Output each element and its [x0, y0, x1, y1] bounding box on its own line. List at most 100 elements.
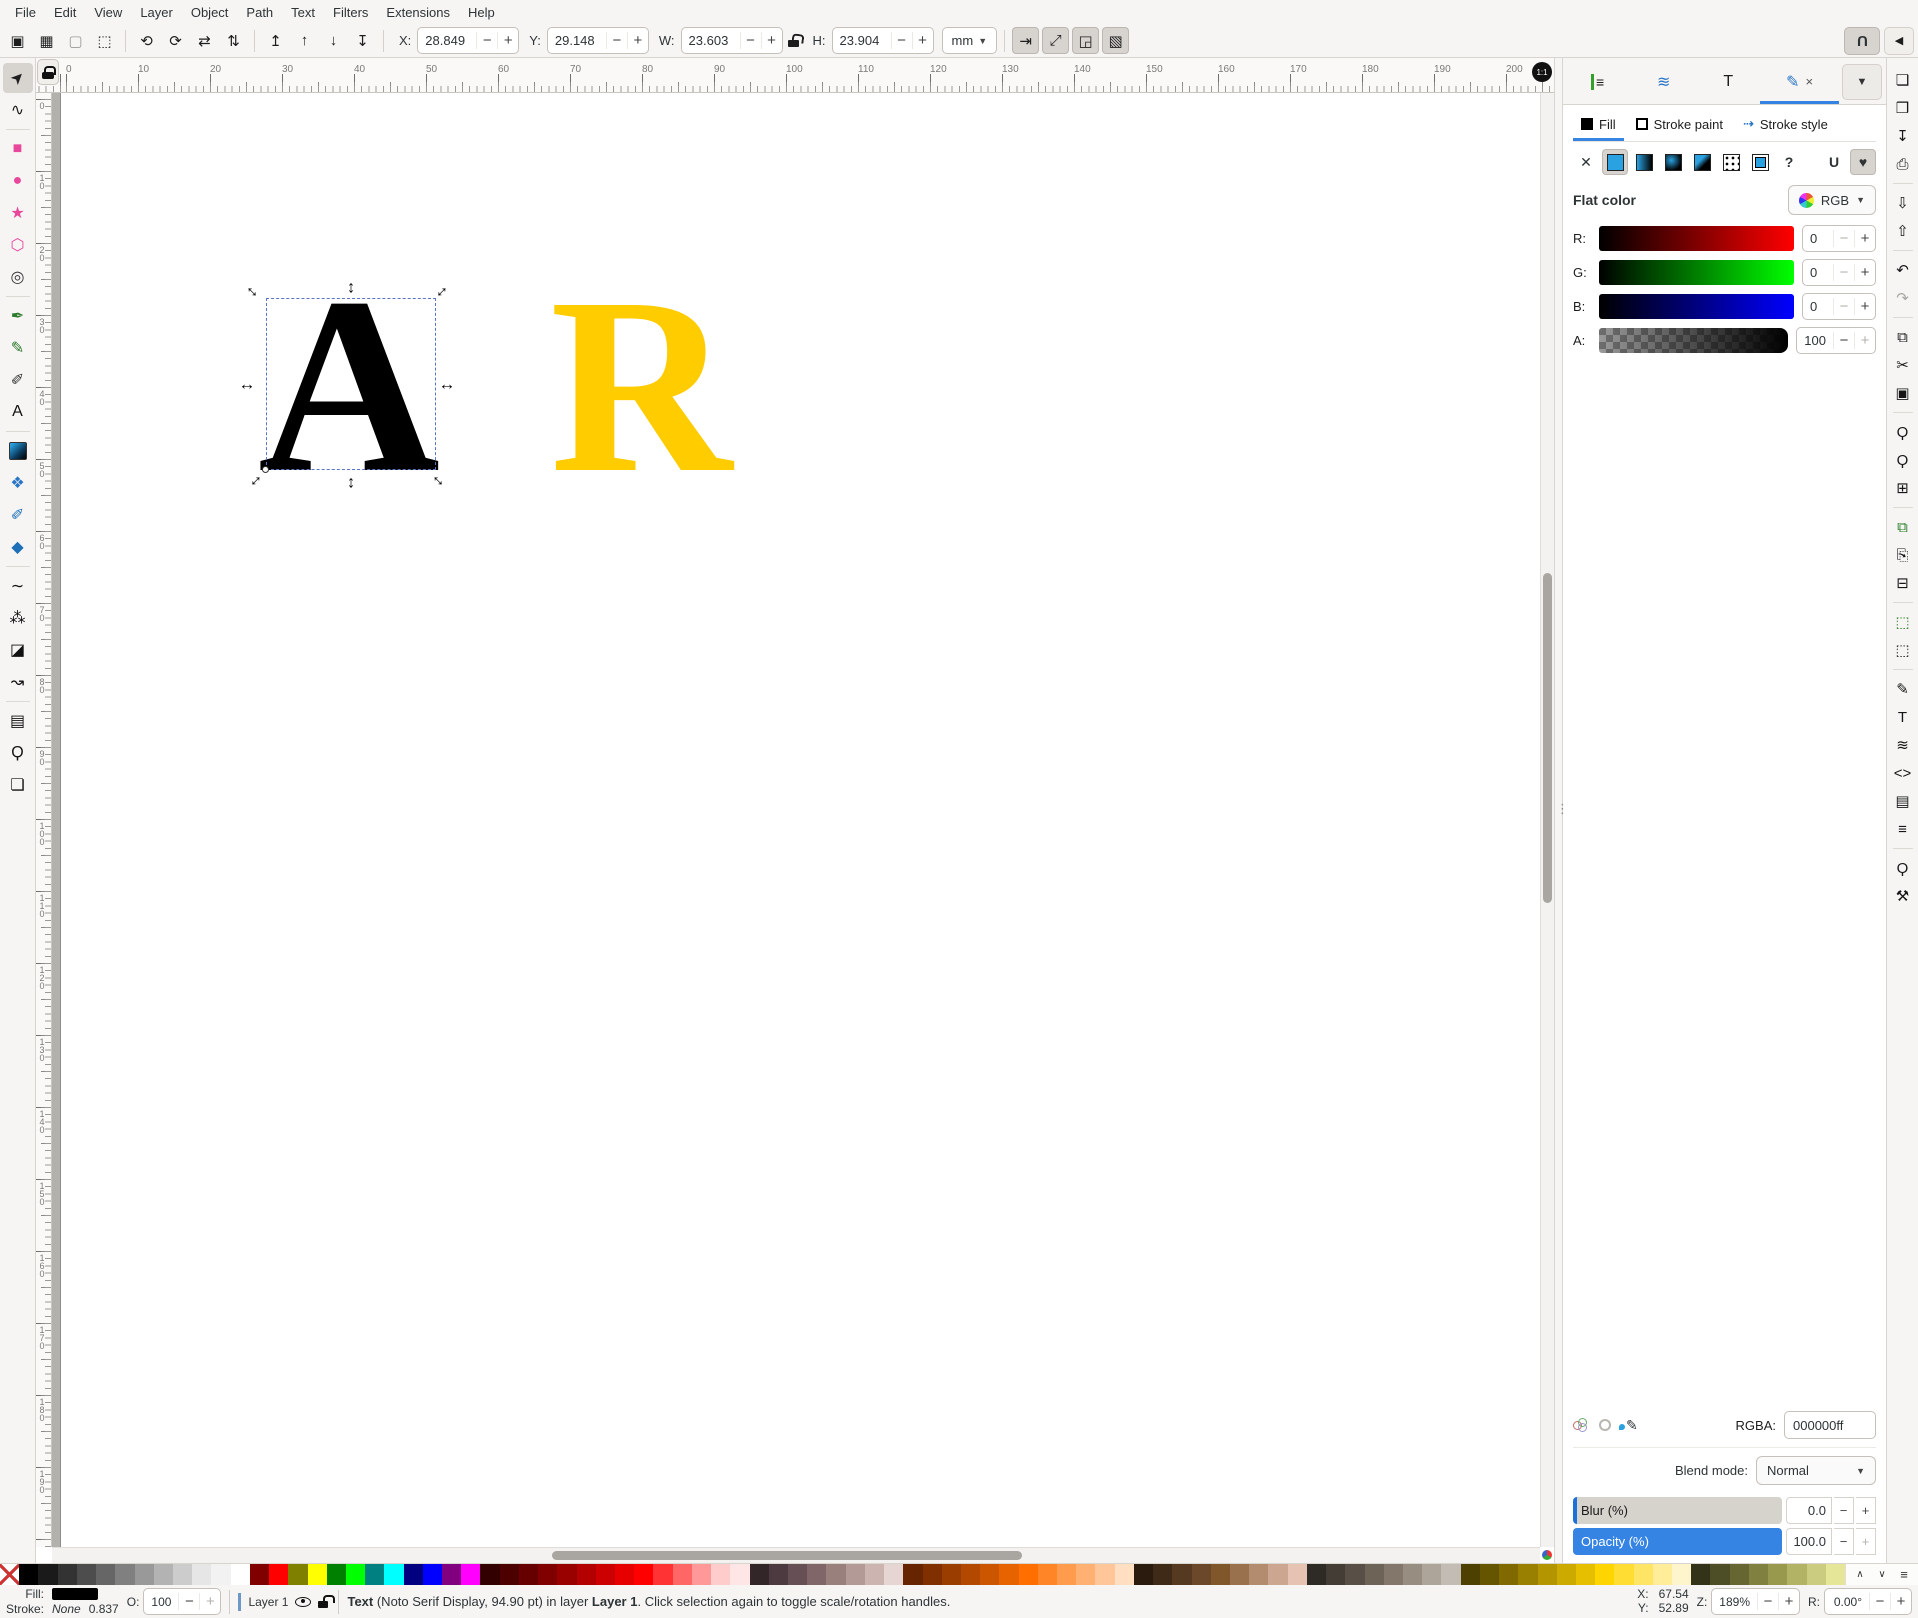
tweak-tool[interactable]: ∼ — [3, 571, 33, 601]
palette-swatch[interactable] — [1134, 1564, 1153, 1585]
flip-vertical-button[interactable]: ⇅ — [220, 27, 247, 54]
palette-swatch[interactable] — [1076, 1564, 1095, 1585]
palette-swatch[interactable] — [1787, 1564, 1806, 1585]
object-opacity-spinbox[interactable]: 100 − + — [143, 1588, 221, 1615]
rotation-increment[interactable]: + — [1890, 1593, 1911, 1610]
move-as-group-toggle[interactable]: ⇥ — [1012, 27, 1039, 54]
palette-swatch[interactable] — [999, 1564, 1018, 1585]
slider-decrement[interactable]: − — [1833, 332, 1854, 349]
clone-button[interactable]: ⎘ — [1890, 542, 1916, 568]
save-document-button[interactable]: ↧ — [1890, 123, 1916, 149]
horizontal-scrollbar[interactable] — [52, 1547, 1540, 1563]
palette-swatch[interactable] — [1595, 1564, 1614, 1585]
slider-spinbox[interactable]: 0−+ — [1802, 225, 1876, 252]
slider-b[interactable] — [1599, 294, 1794, 319]
lower-to-bottom-button[interactable]: ↧ — [349, 27, 376, 54]
palette-swatch[interactable] — [1249, 1564, 1268, 1585]
pencil-tool[interactable]: ✎ — [3, 333, 33, 363]
x-spinbox[interactable]: 28.849 − + — [417, 27, 519, 54]
blur-value[interactable]: 0.0 — [1786, 1497, 1832, 1524]
gradient-tool[interactable] — [3, 436, 33, 466]
fill-color-swatch[interactable] — [52, 1588, 98, 1600]
rotation-spinbox[interactable]: 0.00° − + — [1824, 1588, 1912, 1615]
palette-swatch[interactable] — [250, 1564, 269, 1585]
palette-swatch[interactable] — [19, 1564, 38, 1585]
palette-swatch[interactable] — [615, 1564, 634, 1585]
palette-swatch[interactable] — [211, 1564, 230, 1585]
palette-swatch[interactable] — [673, 1564, 692, 1585]
menu-layer[interactable]: Layer — [131, 2, 182, 23]
x-increment[interactable]: + — [497, 32, 518, 49]
scale-corners-toggle[interactable]: ◲ — [1072, 27, 1099, 54]
palette-swatch[interactable] — [96, 1564, 115, 1585]
menu-edit[interactable]: Edit — [45, 2, 85, 23]
canvas[interactable]: 0102030405060708090100110120130140150160… — [36, 58, 1554, 1563]
palette-swatch[interactable] — [1710, 1564, 1729, 1585]
document-properties-button[interactable]: ▤ — [1890, 788, 1916, 814]
raise-to-top-button[interactable]: ↥ — [262, 27, 289, 54]
palette-swatch[interactable] — [942, 1564, 961, 1585]
palette-swatch[interactable] — [1384, 1564, 1403, 1585]
palette-swatch[interactable] — [1403, 1564, 1422, 1585]
paint-linear-gradient-button[interactable] — [1631, 149, 1657, 175]
zoom-drawing-button[interactable]: Ϙ — [1890, 447, 1916, 473]
layer-lock-icon[interactable] — [318, 1595, 330, 1608]
palette-swatch[interactable] — [1211, 1564, 1230, 1585]
w-increment[interactable]: + — [761, 32, 782, 49]
menu-view[interactable]: View — [85, 2, 131, 23]
tab-fill-stroke[interactable]: ✎× — [1760, 62, 1839, 104]
zoom-spinbox[interactable]: 189% − + — [1711, 1588, 1800, 1615]
dropper-tool[interactable]: ✐ — [3, 500, 33, 530]
palette-swatch[interactable] — [692, 1564, 711, 1585]
palette-swatch[interactable] — [1268, 1564, 1287, 1585]
palette-swatch[interactable] — [769, 1564, 788, 1585]
palette-swatch[interactable] — [269, 1564, 288, 1585]
copy-button[interactable]: ⧉ — [1890, 324, 1916, 350]
print-button[interactable]: ⎙ — [1890, 151, 1916, 177]
select-all-layers-button[interactable]: ▦ — [33, 27, 60, 54]
rotation-value[interactable]: 0.00° — [1825, 1595, 1869, 1609]
palette-swatch[interactable] — [1538, 1564, 1557, 1585]
fill-stroke-indicator[interactable]: Fill: Stroke: None 0.837 — [6, 1587, 119, 1616]
palette-swatch[interactable] — [461, 1564, 480, 1585]
paint-radial-gradient-button[interactable] — [1660, 149, 1686, 175]
tab-stroke-paint[interactable]: Stroke paint — [1628, 111, 1731, 141]
palette-swatch[interactable] — [1019, 1564, 1038, 1585]
palette-swatch[interactable] — [1192, 1564, 1211, 1585]
palette-swatch[interactable] — [1653, 1564, 1672, 1585]
rotate-ccw-button[interactable]: ⟲ — [133, 27, 160, 54]
palette-scroll-down-button[interactable]: ∨ — [1872, 1566, 1892, 1584]
selection-box-toggle[interactable]: ⬚ — [91, 27, 118, 54]
object-opacity-value[interactable]: 100 — [144, 1595, 178, 1609]
slider-increment[interactable]: + — [1854, 264, 1875, 281]
palette-swatch[interactable] — [1768, 1564, 1787, 1585]
object-opacity-decrement[interactable]: − — [178, 1593, 199, 1610]
mesh-gradient-tool[interactable]: ❖ — [3, 468, 33, 498]
quick-zoom-icon[interactable]: 1:1 — [1532, 62, 1552, 82]
menu-help[interactable]: Help — [459, 2, 504, 23]
palette-swatch[interactable] — [384, 1564, 403, 1585]
palette-swatch[interactable] — [58, 1564, 77, 1585]
menu-extensions[interactable]: Extensions — [377, 2, 459, 23]
xml-editor-button[interactable]: <> — [1890, 760, 1916, 786]
palette-swatch[interactable] — [38, 1564, 57, 1585]
pages-tool[interactable]: ❏ — [3, 770, 33, 800]
text-dialog-button[interactable]: T — [1890, 704, 1916, 730]
unit-dropdown[interactable]: mm ▼ — [942, 27, 998, 54]
palette-swatch[interactable] — [1499, 1564, 1518, 1585]
h-value[interactable]: 23.904 — [833, 33, 891, 48]
slider-r[interactable] — [1599, 226, 1794, 251]
more-dialogs-button[interactable]: ▼ — [1842, 64, 1882, 100]
star-tool[interactable]: ★ — [3, 198, 33, 228]
palette-swatch[interactable] — [1326, 1564, 1345, 1585]
palette-swatch[interactable] — [1672, 1564, 1691, 1585]
palette-swatch[interactable] — [750, 1564, 769, 1585]
palette-swatch[interactable] — [173, 1564, 192, 1585]
rotation-decrement[interactable]: − — [1869, 1593, 1890, 1610]
palette-swatch[interactable] — [634, 1564, 653, 1585]
blur-slider[interactable]: Blur (%) — [1573, 1497, 1782, 1524]
paint-pattern-button[interactable] — [1718, 149, 1744, 175]
lock-ratio-toggle[interactable] — [788, 34, 800, 47]
palette-swatch[interactable] — [711, 1564, 730, 1585]
palette-swatch[interactable] — [423, 1564, 442, 1585]
